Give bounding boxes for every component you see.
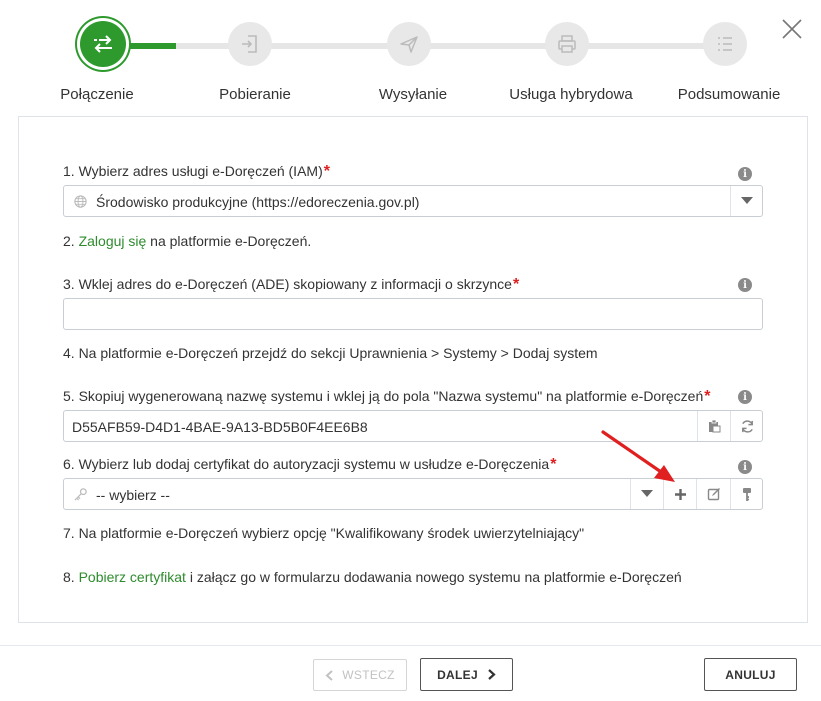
step-label-usluga-hybrydowa: Usługa hybrydowa <box>509 86 633 103</box>
step7-text: 7. Na platformie e-Doręczeń wybierz opcj… <box>63 525 585 541</box>
chevron-down-icon <box>741 197 753 204</box>
step-circle-pobieranie[interactable] <box>228 22 272 66</box>
cancel-button[interactable]: ANULUJ <box>704 658 797 691</box>
step-circle-wysylanie[interactable] <box>387 22 431 66</box>
step-label-pobieranie: Pobieranie <box>219 86 291 103</box>
step5-label: 5. Skopiuj wygenerowaną nazwę systemu i … <box>63 388 711 405</box>
step4-text: 4. Na platformie e-Doręczeń przejdź do s… <box>63 345 598 361</box>
transfer-arrows-icon <box>94 35 112 53</box>
info-icon[interactable]: i <box>738 167 752 181</box>
globe-icon <box>74 195 87 208</box>
step-label-polaczenie: Połączenie <box>60 86 134 103</box>
dropdown-toggle[interactable] <box>730 186 763 216</box>
certificate-value: -- wybierz -- <box>96 487 170 503</box>
paper-plane-icon <box>400 36 418 53</box>
iam-address-value: Środowisko produkcyjne (https://edorecze… <box>96 194 420 210</box>
info-icon[interactable]: i <box>738 390 752 404</box>
wizard-stepper: Połączenie Pobieranie Wysyłanie Usługa h… <box>0 0 821 110</box>
regenerate-button[interactable] <box>730 411 763 441</box>
key-icon <box>74 488 87 501</box>
step1-label: 1. Wybierz adres usługi e-Doręczeń (IAM)… <box>63 163 330 180</box>
refresh-icon <box>741 419 753 433</box>
checklist-icon <box>718 37 732 51</box>
ade-address-input[interactable] <box>63 298 763 330</box>
printer-icon <box>558 35 576 53</box>
step-circle-usluga-hybrydowa[interactable] <box>545 22 589 66</box>
iam-address-select[interactable]: Środowisko produkcyjne (https://edorecze… <box>63 185 763 217</box>
info-icon[interactable]: i <box>738 460 752 474</box>
chevron-right-icon <box>488 669 496 680</box>
step3-label: 3. Wklej adres do e-Doręczeń (ADE) skopi… <box>63 276 520 293</box>
copy-button[interactable] <box>697 411 730 441</box>
chevron-left-icon <box>325 669 333 681</box>
sign-in-icon <box>242 35 257 53</box>
system-name-value: D55AFB59-D4D1-4BAE-9A13-BD5B0F4EE6B8 <box>72 419 368 435</box>
back-button[interactable]: WSTECZ <box>313 659 407 691</box>
step-label-wysylanie: Wysyłanie <box>378 86 448 103</box>
info-icon[interactable]: i <box>738 278 752 292</box>
login-link[interactable]: Zaloguj się <box>79 233 147 249</box>
step2-text: 2. Zaloguj się na platformie e-Doręczeń. <box>63 233 312 249</box>
edit-certificate-button[interactable] <box>696 479 730 509</box>
step6-label: 6. Wybierz lub dodaj certyfikat do autor… <box>63 456 557 473</box>
download-certificate-link[interactable]: Pobierz certyfikat <box>79 569 186 585</box>
step-circle-polaczenie[interactable] <box>80 21 126 67</box>
step-circle-podsumowanie[interactable] <box>703 22 747 66</box>
step8-text: 8. Pobierz certyfikat i załącz go w form… <box>63 569 682 585</box>
annotation-arrow-icon <box>601 430 675 482</box>
step-label-podsumowanie: Podsumowanie <box>677 86 781 103</box>
key-icon <box>743 487 751 501</box>
progress-line-done <box>120 43 176 49</box>
next-button[interactable]: DALEJ <box>420 658 513 691</box>
edit-icon <box>707 488 720 501</box>
certificate-key-button[interactable] <box>730 479 763 509</box>
clipboard-icon <box>709 419 721 433</box>
footer-divider <box>0 645 821 646</box>
